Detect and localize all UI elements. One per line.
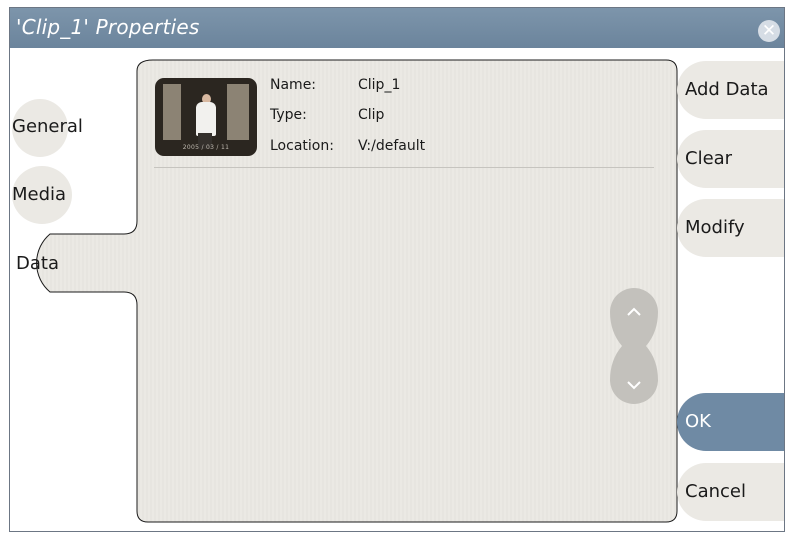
info-divider: [154, 167, 654, 168]
type-label: Type:: [270, 107, 307, 123]
ok-label: OK: [685, 411, 711, 432]
modify-button[interactable]: Modify: [677, 199, 784, 257]
name-label: Name:: [270, 77, 317, 93]
add-data-label: Add Data: [685, 79, 769, 100]
modify-label: Modify: [685, 217, 745, 238]
clip-thumbnail: 2005 / 03 / 11: [155, 78, 257, 156]
cancel-label: Cancel: [685, 481, 746, 502]
properties-dialog: 'Clip_1' Properties ✕ General Media Data…: [9, 7, 785, 532]
scroll-control: [610, 288, 658, 404]
location-value: V:/default: [358, 138, 426, 154]
clear-label: Clear: [685, 148, 733, 169]
tab-general[interactable]: General: [12, 116, 83, 137]
tab-media[interactable]: Media: [12, 184, 66, 205]
thumbnail-caption: 2005 / 03 / 11: [182, 144, 230, 151]
ok-button[interactable]: OK: [677, 393, 784, 451]
tab-data[interactable]: Data: [16, 253, 59, 274]
type-value: Clip: [358, 107, 385, 123]
clear-button[interactable]: Clear: [677, 130, 784, 188]
location-label: Location:: [270, 138, 334, 154]
cancel-button[interactable]: Cancel: [677, 463, 784, 521]
name-value: Clip_1: [358, 77, 401, 93]
add-data-button[interactable]: Add Data: [677, 61, 784, 119]
